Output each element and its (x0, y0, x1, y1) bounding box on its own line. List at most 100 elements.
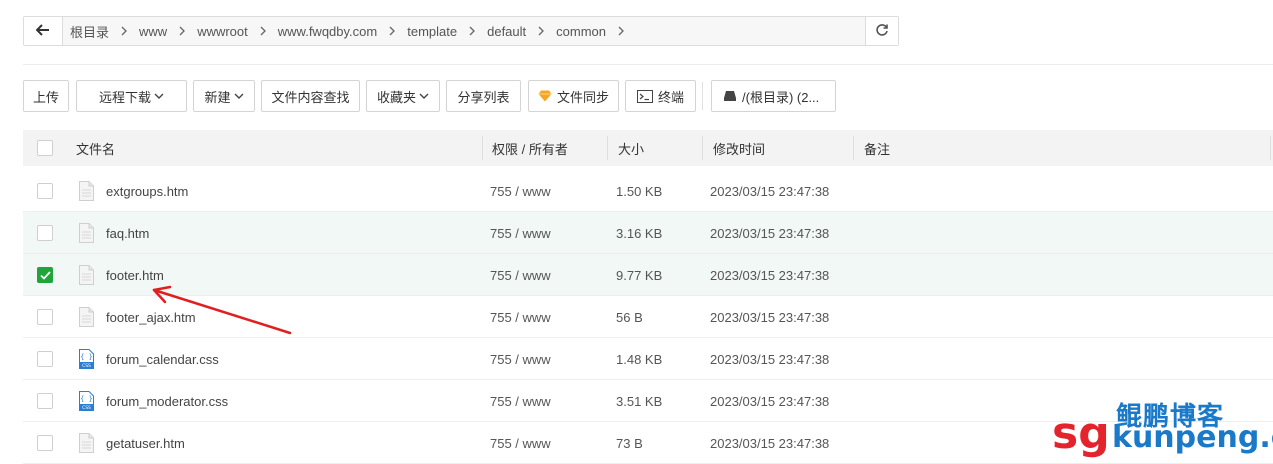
row-checkbox[interactable] (37, 393, 53, 409)
file-mtime: 2023/03/15 23:47:38 (710, 267, 830, 283)
watermark-domain: kunpeng.cn (1112, 420, 1273, 455)
terminal-button[interactable]: 终端 (625, 80, 696, 112)
breadcrumb-label: default (487, 23, 527, 39)
breadcrumb-label: wwwroot (197, 23, 248, 39)
column-divider (482, 136, 483, 160)
file-size: 9.77 KB (616, 267, 663, 283)
chevron-down-icon (234, 93, 244, 99)
row-checkbox[interactable] (37, 435, 53, 451)
header-size[interactable]: 大小 (618, 130, 644, 166)
toolbar-divider (702, 82, 703, 110)
file-mtime: 2023/03/15 23:47:38 (710, 435, 830, 451)
header-mtime[interactable]: 修改时间 (713, 130, 765, 166)
file-size: 3.16 KB (616, 225, 663, 241)
table-row[interactable]: { } CSS forum_calendar.css 755 / www 1.48 KB… (23, 338, 1273, 380)
file-icon (79, 307, 94, 330)
file-permission: 755 / www (490, 183, 551, 199)
breadcrumb-item[interactable]: 根目录 (70, 22, 139, 41)
css-file-icon: { } CSS (79, 391, 94, 414)
favorites-button[interactable]: 收藏夹 (366, 80, 440, 112)
breadcrumb-item[interactable]: www (139, 24, 197, 39)
file-mtime: 2023/03/15 23:47:38 (710, 225, 830, 241)
path-bar: 根目录 www wwwroot www.fwqdby.com template defau… (23, 16, 899, 46)
share-list-button[interactable]: 分享列表 (446, 80, 521, 112)
chevron-right-icon (389, 26, 396, 36)
chevron-right-icon (538, 26, 545, 36)
content-search-label: 文件内容查找 (271, 89, 350, 105)
file-icon (79, 265, 94, 288)
header-note[interactable]: 备注 (864, 130, 890, 166)
breadcrumb-item[interactable]: wwwroot (197, 24, 278, 39)
terminal-icon (636, 89, 653, 103)
header-perm-owner[interactable]: 权限 / 所有者 (492, 130, 568, 166)
file-permission: 755 / www (490, 267, 551, 283)
file-name[interactable]: getatuser.htm (106, 422, 185, 464)
file-sync-label: 文件同步 (556, 89, 609, 105)
file-size: 1.50 KB (616, 183, 663, 199)
row-checkbox[interactable] (37, 267, 53, 283)
breadcrumb-item[interactable]: common (556, 24, 636, 39)
file-size: 73 B (616, 435, 643, 451)
file-name[interactable]: forum_moderator.css (106, 380, 228, 422)
file-name[interactable]: extgroups.htm (106, 170, 188, 212)
file-mtime: 2023/03/15 23:47:38 (710, 393, 830, 409)
chevron-down-icon (419, 93, 429, 99)
file-name[interactable]: faq.htm (106, 212, 149, 254)
row-checkbox[interactable] (37, 351, 53, 367)
file-icon (79, 181, 94, 204)
css-file-icon: { } CSS (79, 349, 94, 372)
terminal-label: 终端 (657, 89, 684, 105)
column-divider (1270, 136, 1271, 160)
file-permission: 755 / www (490, 225, 551, 241)
chevron-right-icon (179, 26, 186, 36)
column-divider (702, 136, 703, 160)
file-icon (79, 223, 94, 246)
header-name[interactable]: 文件名 (76, 130, 115, 166)
file-name[interactable]: forum_calendar.css (106, 338, 219, 380)
chevron-right-icon (260, 26, 266, 36)
file-permission: 755 / www (490, 435, 551, 451)
table-row[interactable]: extgroups.htm 755 / www 1.50 KB 2023/03/15 … (23, 170, 1273, 212)
table-row[interactable]: faq.htm 755 / www 3.16 KB 2023/03/15 23:47:… (23, 212, 1273, 254)
chevron-right-icon (469, 26, 476, 36)
file-permission: 755 / www (490, 351, 551, 367)
breadcrumb-label: www.fwqdby.com (277, 23, 378, 39)
watermark-logo: 鲲鹏博客 sg kunpeng.cn (1052, 394, 1273, 462)
content-search-button[interactable]: 文件内容查找 (261, 80, 360, 112)
upload-button[interactable]: 上传 (23, 80, 69, 112)
row-checkbox[interactable] (37, 183, 53, 199)
breadcrumb-item[interactable]: default (487, 24, 556, 39)
file-size: 1.48 KB (616, 351, 663, 367)
select-all-checkbox[interactable] (37, 140, 53, 156)
breadcrumb-label: template (407, 23, 458, 39)
new-label: 新建 (204, 89, 231, 105)
row-checkbox[interactable] (37, 309, 53, 325)
remote-download-label: 远程下载 (98, 89, 151, 105)
svg-text:CSS: CSS (82, 405, 91, 411)
breadcrumb-item[interactable]: template (407, 24, 487, 39)
chevron-right-icon (618, 26, 624, 36)
file-permission: 755 / www (490, 309, 551, 325)
watermark-sg: sg (1052, 408, 1110, 459)
breadcrumb-item[interactable]: www.fwqdby.com (278, 24, 407, 39)
remote-download-button[interactable]: 远程下载 (76, 80, 187, 112)
share-list-label: 分享列表 (457, 89, 510, 105)
breadcrumb-label: common (556, 23, 607, 39)
svg-text:{ }: { } (80, 353, 93, 361)
file-mtime: 2023/03/15 23:47:38 (710, 351, 830, 367)
back-button[interactable] (24, 17, 63, 45)
file-permission: 755 / www (490, 393, 551, 409)
upload-label: 上传 (32, 89, 59, 105)
disk-label: /(根目录) (2... (742, 89, 820, 105)
disk-button[interactable]: /(根目录) (2... (711, 80, 836, 112)
svg-text:{ }: { } (80, 395, 93, 403)
file-sync-button[interactable]: 文件同步 (528, 80, 619, 112)
new-button[interactable]: 新建 (193, 80, 255, 112)
column-divider (853, 136, 854, 160)
file-mtime: 2023/03/15 23:47:38 (710, 309, 830, 325)
chevron-right-icon (121, 26, 127, 36)
row-checkbox[interactable] (37, 225, 53, 241)
diamond-icon (538, 90, 552, 102)
breadcrumb: 根目录 www wwwroot www.fwqdby.com template defau… (62, 17, 866, 45)
refresh-button[interactable] (865, 17, 898, 45)
